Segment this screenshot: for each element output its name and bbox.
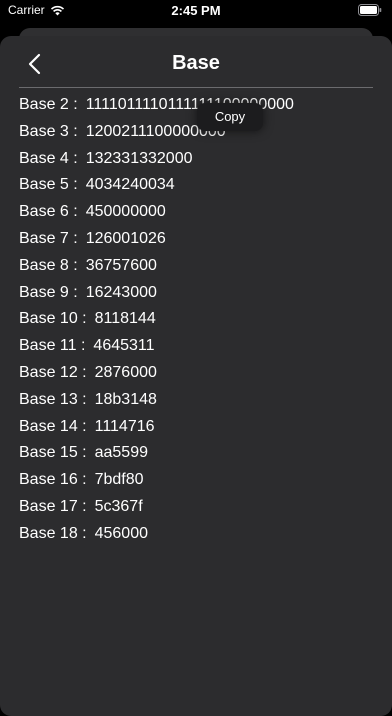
base-value: aa5599 [94,444,148,462]
base-value: 16243000 [85,283,157,301]
nav-divider [19,87,373,88]
base-label: Base 11 : [19,337,86,355]
base-label: Base 12 : [19,363,87,381]
base-value: 2876000 [94,363,157,381]
base-label: Base 3 : [19,122,78,140]
base-label: Base 2 : [19,96,78,113]
page-title: Base [172,52,220,74]
base-row-10[interactable]: Base 10 : 8118144 [19,306,373,333]
base-value: 126001026 [85,229,166,247]
base-list: Base 2 :1111011110111111100000000 Base 3… [19,92,373,548]
base-row-7[interactable]: Base 7 : 126001026 [19,226,373,253]
base-row-11[interactable]: Base 11 : 4645311 [19,333,373,360]
base-label: Base 5 : [19,176,78,194]
copy-context-menu[interactable]: Copy [197,103,263,131]
base-row-5[interactable]: Base 5 : 4034240034 [19,172,373,199]
base-value: 7bdf80 [94,471,144,489]
status-bar: Carrier 2:45 PM [0,0,392,22]
base-label: Base 18 : [19,524,87,542]
base-sheet: Base Base 2 :1111011110111111100000000 B… [0,36,392,716]
base-value: 18b3148 [94,390,157,408]
status-time: 2:45 PM [171,3,221,18]
base-label: Base 16 : [19,471,87,489]
base-value: 36757600 [85,256,157,274]
base-value: 456000 [94,524,148,542]
base-label: Base 10 : [19,310,87,328]
base-value: 5c367f [94,497,143,515]
base-row-14[interactable]: Base 14 : 1114716 [19,414,373,441]
base-label: Base 9 : [19,283,78,301]
base-row-18[interactable]: Base 18 : 456000 [19,521,373,548]
base-value: 4645311 [93,337,155,355]
base-value: 8118144 [94,310,156,328]
base-row-4[interactable]: Base 4 : 132331332000 [19,146,373,173]
base-row-9[interactable]: Base 9 : 16243000 [19,280,373,307]
base-row-12[interactable]: Base 12 : 2876000 [19,360,373,387]
base-value: 4034240034 [85,176,175,194]
base-label: Base 13 : [19,390,87,408]
base-value: 132331332000 [85,149,193,167]
base-label: Base 7 : [19,229,78,247]
base-label: Base 4 : [19,149,78,167]
base-value: 450000000 [85,203,166,221]
battery-icon [358,4,382,16]
base-row-17[interactable]: Base 17 : 5c367f [19,494,373,521]
base-label: Base 8 : [19,256,78,274]
base-row-8[interactable]: Base 8 : 36757600 [19,253,373,280]
base-label: Base 15 : [19,444,87,462]
base-label: Base 6 : [19,203,78,221]
base-row-3[interactable]: Base 3 :1200211100000000 [19,119,373,146]
base-row-13[interactable]: Base 13 : 18b3148 [19,387,373,414]
base-row-15[interactable]: Base 15 : aa5599 [19,440,373,467]
base-label: Base 14 : [19,417,87,435]
base-value: 1114716 [94,417,155,435]
base-row-2[interactable]: Base 2 :1111011110111111100000000 [19,92,373,119]
copy-menu-item[interactable]: Copy [197,103,263,131]
base-row-16[interactable]: Base 16 : 7bdf80 [19,467,373,494]
base-row-6[interactable]: Base 6 : 450000000 [19,199,373,226]
base-label: Base 17 : [19,497,87,515]
